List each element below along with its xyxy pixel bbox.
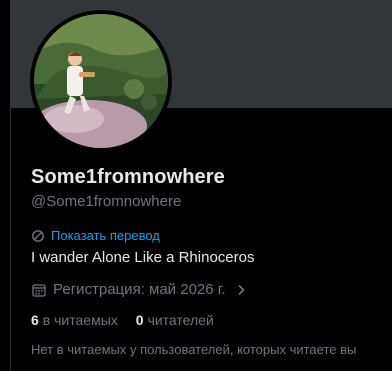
following-label: в читаемых bbox=[42, 312, 118, 328]
join-date-label: Регистрация: май 2026 г. bbox=[53, 281, 226, 298]
user-handle: @Some1fromnowhere bbox=[31, 193, 182, 210]
show-translation-link[interactable]: Показать перевод bbox=[31, 228, 160, 243]
join-date[interactable]: Регистрация: май 2026 г. bbox=[31, 281, 248, 298]
translate-globe-icon bbox=[31, 229, 45, 243]
display-name: Some1fromnowhere bbox=[31, 166, 225, 188]
followers-count: 0 bbox=[135, 312, 144, 328]
profile-panel: Some1fromnowhere @Some1fromnowhere Показ… bbox=[10, 0, 392, 371]
avatar[interactable] bbox=[34, 14, 168, 148]
profile-bio: I wander Alone Like a Rhinoceros bbox=[31, 249, 255, 266]
show-translation-label[interactable]: Показать перевод bbox=[51, 228, 160, 243]
following-count: 6 bbox=[31, 312, 39, 328]
chevron-right-icon[interactable] bbox=[234, 283, 248, 297]
calendar-icon bbox=[31, 282, 47, 298]
followers-you-know-note: Нет в читаемых у пользователей, которых … bbox=[31, 342, 357, 357]
follow-stats: 6в читаемых 0 читателей bbox=[31, 312, 214, 328]
following-link[interactable]: 6в читаемых bbox=[31, 312, 118, 328]
avatar-image bbox=[34, 14, 168, 148]
followers-label: читателей bbox=[147, 312, 214, 328]
followers-link[interactable]: 0 читателей bbox=[136, 312, 214, 328]
avatar-frame[interactable] bbox=[30, 10, 172, 152]
